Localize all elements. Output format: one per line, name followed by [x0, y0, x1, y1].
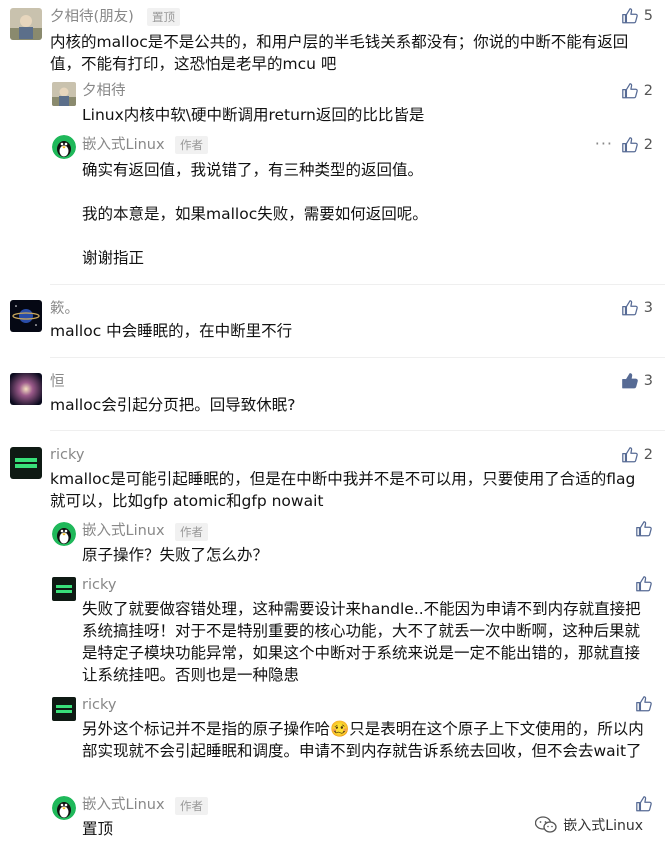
commenter-name[interactable]: 恒	[50, 372, 65, 392]
thumbs-up-icon	[635, 695, 653, 713]
author-badge: 作者	[175, 136, 208, 154]
like-button[interactable]: 2	[621, 135, 653, 155]
avatar[interactable]	[10, 373, 42, 405]
like-button[interactable]: 5	[621, 6, 653, 26]
reply-name[interactable]: 嵌入式Linux	[82, 795, 165, 815]
wechat-logo-icon	[535, 816, 557, 833]
thumbs-up-icon	[635, 575, 653, 593]
thumbs-up-icon	[621, 82, 639, 100]
comment-text: kmalloc是可能引起睡眠的，但是在中断中我并不是不可以用，只要使用了合适的f…	[50, 470, 636, 510]
like-button[interactable]	[635, 520, 653, 538]
like-count: 2	[643, 83, 653, 99]
commenter-name[interactable]: 夕相待(朋友)	[50, 7, 134, 27]
like-button[interactable]: 3	[621, 371, 653, 391]
like-button[interactable]	[635, 695, 653, 713]
like-button[interactable]	[635, 795, 653, 813]
thumbs-up-icon	[621, 299, 639, 317]
like-count: 3	[643, 300, 653, 316]
divider	[50, 357, 665, 358]
avatar[interactable]	[52, 796, 76, 820]
divider	[50, 430, 665, 431]
reply-text: Linux内核中软\硬中断调用return返回的比比皆是	[82, 106, 425, 124]
reply-text: 另外这个标记并不是指的原子操作哈🥴只是表明在这个原子上下文使用的，所以内部实现就…	[82, 720, 644, 760]
avatar[interactable]	[10, 300, 42, 332]
reply-name[interactable]: 嵌入式Linux	[82, 521, 165, 541]
avatar[interactable]	[10, 8, 42, 40]
divider	[50, 284, 665, 285]
reply-name[interactable]: ricky	[82, 695, 116, 715]
like-button[interactable]: 2	[621, 81, 653, 101]
like-count: 3	[643, 373, 653, 389]
thumbs-up-icon	[621, 446, 639, 464]
reply-text: 置顶	[82, 820, 114, 838]
pinned-badge: 置顶	[147, 8, 180, 26]
like-button[interactable]: 2	[621, 445, 653, 465]
comment-text: malloc会引起分页把。回导致休眠?	[50, 396, 296, 414]
commenter-name[interactable]: 簌。	[50, 299, 79, 319]
reply-name[interactable]: 夕相待	[82, 81, 126, 101]
thumbs-up-icon	[635, 795, 653, 813]
like-count: 2	[643, 137, 653, 153]
reply-name[interactable]: 嵌入式Linux	[82, 135, 165, 155]
like-button[interactable]: 3	[621, 298, 653, 318]
reply-name[interactable]: ricky	[82, 575, 116, 595]
comment-text: malloc 中会睡眠的，在中断里不行	[50, 322, 293, 340]
avatar[interactable]	[52, 522, 76, 546]
commenter-name[interactable]: ricky	[50, 445, 84, 465]
thumbs-up-icon	[635, 520, 653, 538]
reply-text: 失败了就要做容错处理，这种需要设计来handle..不能因为申请不到内存就直接把…	[82, 600, 641, 684]
thumbs-up-icon	[621, 136, 639, 154]
like-button[interactable]	[635, 575, 653, 593]
author-badge: 作者	[175, 523, 208, 541]
author-badge: 作者	[175, 797, 208, 815]
comment-text: 内核的malloc是不是公共的，和用户层的半毛钱关系都没有；你说的中断不能有返回…	[50, 33, 629, 73]
like-count: 5	[643, 8, 653, 24]
watermark-text: 嵌入式Linux	[563, 818, 643, 834]
avatar[interactable]	[10, 447, 42, 479]
avatar[interactable]	[52, 135, 76, 159]
avatar[interactable]	[52, 82, 76, 106]
avatar[interactable]	[52, 697, 76, 721]
reply-text: 原子操作？失败了怎么办？	[82, 546, 269, 564]
thumbs-up-icon	[621, 7, 639, 25]
avatar[interactable]	[52, 577, 76, 601]
watermark: 嵌入式Linux	[535, 815, 643, 835]
reply-text: 确实有返回值，我说错了，有三种类型的返回值。 我的本意是，如果malloc失败，…	[82, 161, 428, 267]
more-dots-icon[interactable]: ···	[595, 134, 613, 154]
like-count: 2	[643, 447, 653, 463]
thumbs-up-filled-icon	[621, 372, 639, 390]
